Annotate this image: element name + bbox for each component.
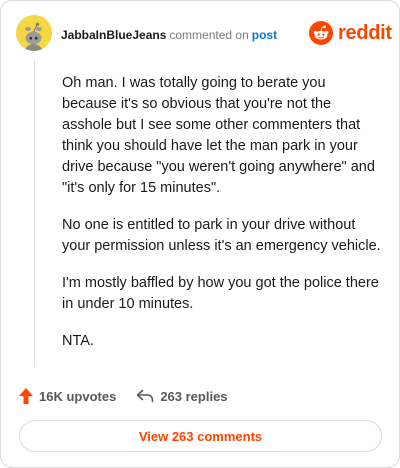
reply-arrow-icon xyxy=(137,389,154,403)
avatar[interactable] xyxy=(16,15,52,51)
snoo-avatar-icon xyxy=(24,22,43,51)
upvotes-stat[interactable]: 16K upvotes xyxy=(19,388,116,404)
post-link[interactable]: post xyxy=(252,28,277,42)
reddit-snoo-icon xyxy=(309,21,333,45)
comment-paragraph: I'm mostly baffled by how you got the po… xyxy=(62,275,379,312)
username-link[interactable]: JabbaInBlueJeans xyxy=(61,28,166,42)
view-comments-button[interactable]: View 263 comments xyxy=(19,420,382,452)
thread-line xyxy=(34,59,35,367)
upvote-arrow-icon xyxy=(19,388,33,404)
comment-paragraph: No one is entitled to park in your drive… xyxy=(62,217,381,254)
reddit-logo[interactable]: reddit xyxy=(309,19,392,47)
comment-stats: 16K upvotes 263 replies xyxy=(19,386,228,406)
comment-paragraph: Oh man. I was totally going to berate yo… xyxy=(62,75,375,196)
comment-paragraph: NTA. xyxy=(62,333,94,349)
embedded-comment-card: JabbaInBlueJeans commented on post reddit … xyxy=(0,0,400,468)
replies-count: 263 replies xyxy=(160,388,228,404)
comment-body: Oh man. I was totally going to berate yo… xyxy=(62,73,382,368)
reddit-wordmark: reddit xyxy=(338,21,392,44)
comment-header: JabbaInBlueJeans commented on post xyxy=(61,28,277,42)
upvotes-count: 16K upvotes xyxy=(39,388,117,404)
action-text: commented on xyxy=(169,28,249,42)
replies-stat[interactable]: 263 replies xyxy=(136,388,228,404)
